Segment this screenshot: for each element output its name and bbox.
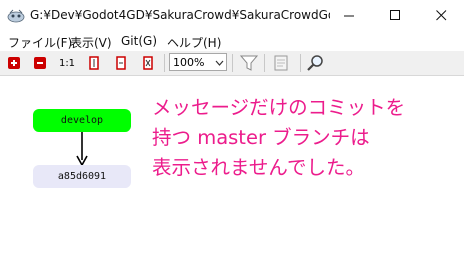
- branch-node-develop[interactable]: develop: [33, 109, 131, 132]
- annotation-text: メッセージだけのコミットを 持つ master ブランチは 表示されませんでした…: [152, 96, 406, 179]
- commit-node[interactable]: a85d6091: [33, 165, 131, 188]
